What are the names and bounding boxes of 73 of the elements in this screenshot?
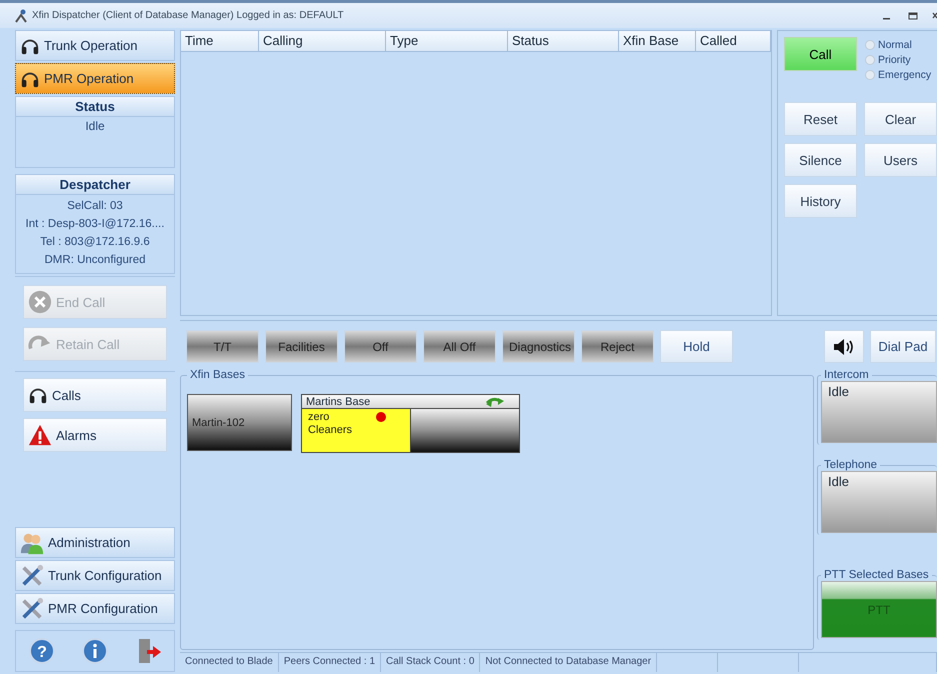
tools-icon	[20, 596, 44, 620]
toolbar-button[interactable]: All Off	[423, 330, 496, 363]
toolbar-button[interactable]: Diagnostics	[502, 330, 575, 363]
help-icon[interactable]: ?	[28, 637, 56, 665]
toolbar-button[interactable]: Off	[344, 330, 417, 363]
window-title: Xfin Dispatcher (Client of Database Manager) Logged in as: DEFAULT	[32, 10, 344, 21]
dial-pad-button[interactable]: Dial Pad	[870, 330, 936, 363]
swap-arrow-icon	[485, 396, 505, 406]
base-slot[interactable]	[411, 409, 519, 452]
despatcher-info: SelCall: 03	[67, 199, 123, 214]
panel-button[interactable]: Users	[864, 143, 937, 177]
line-status-panel[interactable]: Idle	[821, 381, 937, 443]
status-dot	[376, 412, 386, 422]
config-tab[interactable]: Trunk Configuration	[15, 560, 175, 591]
slot-text: Cleaners	[308, 424, 352, 437]
base-group[interactable]: Martins Base zero Cleaners	[301, 394, 520, 453]
column-header[interactable]: Status	[508, 31, 619, 51]
view-button[interactable]: Alarms	[23, 418, 167, 452]
cancel-icon	[28, 290, 52, 314]
config-tab[interactable]: Administration	[15, 527, 175, 558]
status-segment: Call Stack Count : 0	[381, 653, 480, 672]
radio-button[interactable]	[865, 40, 875, 50]
despatcher-info: DMR: Unconfigured	[44, 253, 146, 268]
panel-button[interactable]: Reset	[784, 102, 857, 136]
radio-label[interactable]: Normal	[878, 38, 912, 50]
mode-tab[interactable]: PMR Operation	[15, 63, 175, 94]
toolbar-button[interactable]: Facilities	[265, 330, 338, 363]
line-status: Idle	[828, 474, 849, 489]
group-label: Intercom	[823, 369, 870, 381]
status-segment: Connected to Blade	[180, 653, 279, 672]
column-header[interactable]: Calling	[259, 31, 386, 51]
speaker-button[interactable]	[824, 330, 864, 363]
panel-button[interactable]: History	[784, 184, 857, 218]
column-header[interactable]: Type	[386, 31, 508, 51]
status-segment: Not Connected to Database Manager	[480, 653, 658, 672]
toolbar-button[interactable]: Reject	[581, 330, 654, 363]
group-label: PTT Selected Bases	[823, 569, 930, 581]
speaker-icon	[833, 338, 855, 356]
radio-label[interactable]: Emergency	[878, 68, 932, 80]
call-button[interactable]: Call	[784, 37, 857, 71]
despatcher-info: Int : Desp-803-I@172.16....	[26, 217, 164, 232]
panel-heading: Despatcher	[16, 175, 174, 195]
config-tab[interactable]: PMR Configuration	[15, 593, 175, 624]
status-text: Idle	[85, 119, 105, 133]
column-header[interactable]: Called	[696, 31, 771, 51]
radio-label[interactable]: Priority	[878, 54, 911, 66]
group-label: Xfin Bases	[189, 369, 246, 381]
mode-tab[interactable]: Trunk Operation	[15, 30, 175, 61]
line-status: Idle	[828, 384, 849, 399]
close-icon[interactable]	[932, 10, 937, 20]
radio-button[interactable]	[865, 54, 875, 64]
status-segment: Peers Connected : 1	[278, 653, 382, 672]
toolbar-button[interactable]: T/T	[186, 330, 259, 363]
app-icon	[14, 8, 28, 22]
info-icon[interactable]	[80, 637, 109, 665]
column-header[interactable]: Time	[181, 31, 259, 51]
panel-button[interactable]: Clear	[864, 102, 937, 136]
base-slot[interactable]: zero Cleaners	[302, 409, 411, 452]
panel-button[interactable]: Silence	[784, 143, 857, 177]
warning-icon	[28, 423, 52, 447]
column-header[interactable]: Xfin Base	[619, 31, 696, 51]
radio-button[interactable]	[865, 70, 875, 80]
base-tile[interactable]: Martin-102	[187, 394, 292, 451]
line-status-panel[interactable]: Idle	[821, 471, 937, 533]
toolbar-button[interactable]: Hold	[660, 330, 733, 363]
maximize-icon[interactable]	[908, 10, 918, 20]
tools-icon	[20, 564, 44, 588]
base-name: Martins Base	[306, 396, 370, 408]
panel-heading: Status	[16, 97, 174, 117]
view-button[interactable]: Calls	[23, 378, 167, 412]
slot-text: zero	[308, 411, 330, 424]
group-label: Telephone	[823, 459, 878, 471]
despatcher-info: Tel : 803@172.16.9.6	[40, 235, 150, 250]
